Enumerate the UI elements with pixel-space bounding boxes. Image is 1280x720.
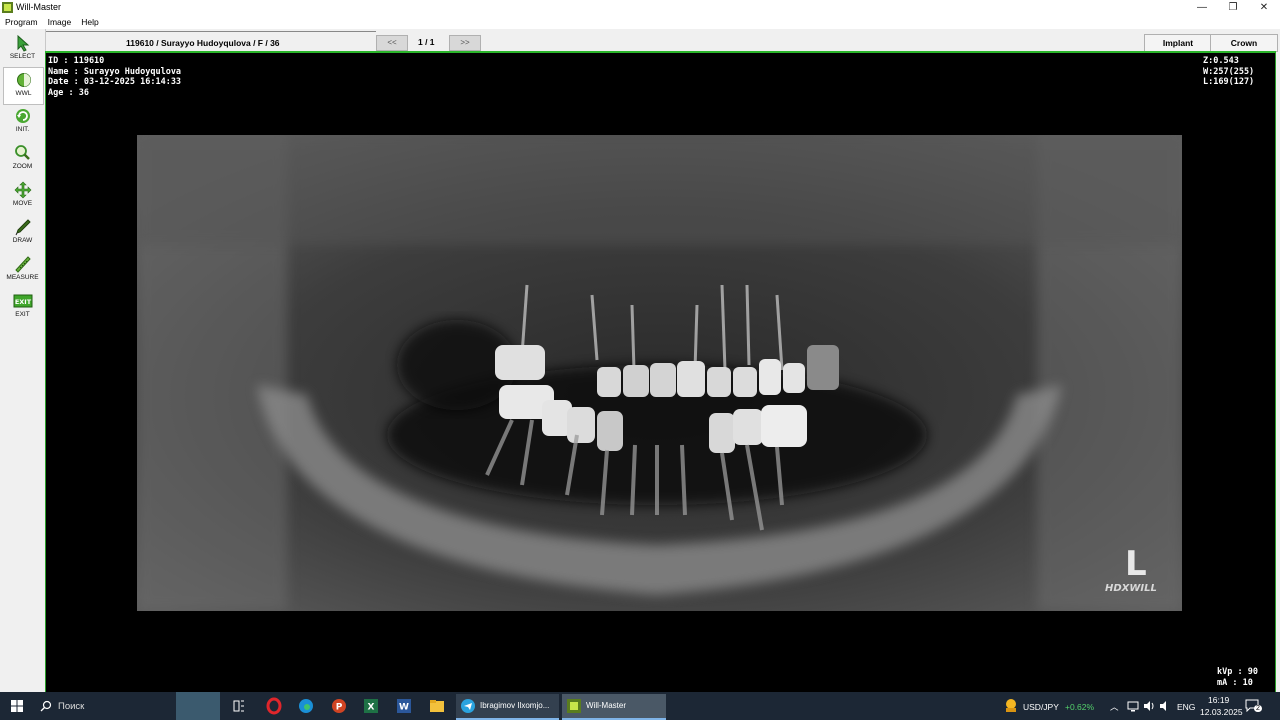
display-params-overlay: Z:0.543 W:257(255) L:169(127) (1203, 56, 1254, 88)
image-header: 119610 / Surayyo Hudoyqulova / F / 36 <<… (46, 31, 1280, 52)
next-page-button[interactable]: >> (449, 35, 481, 51)
tool-move[interactable]: MOVE (2, 178, 43, 214)
svg-text:W: W (399, 703, 409, 713)
close-button[interactable]: ✕ (1248, 0, 1280, 15)
exit-icon: EXIT (13, 294, 32, 308)
clock-time[interactable]: 16:19 (1208, 695, 1229, 705)
patient-overlay: ID : 119610 Name : Surayyo Hudoyqulova Dat… (48, 56, 181, 98)
tool-draw[interactable]: DRAW (2, 215, 43, 251)
window-title: Will-Master (16, 2, 61, 12)
tool-exit[interactable]: EXIT EXIT (2, 289, 43, 325)
menu-bar: Program Image Help (0, 15, 1280, 29)
notification-count: 2 (1254, 705, 1262, 712)
powerpoint-icon[interactable]: P (331, 692, 347, 720)
app-icon (2, 2, 13, 13)
magnifier-icon (14, 145, 30, 160)
move-arrows-icon (14, 181, 31, 199)
edge-icon[interactable] (298, 692, 314, 720)
will-master-icon (567, 699, 581, 713)
exposure-overlay: kVp : 90 mA : 10 (1217, 667, 1258, 688)
tool-select[interactable]: SELECT (2, 31, 43, 67)
overlay-kvp: kVp : 90 (1217, 667, 1258, 677)
taskbar: Поиск P X W Ibragimov Ilxomjo... Will-Ma… (0, 692, 1280, 720)
overlay-age: Age : 36 (48, 87, 89, 98)
tool-exit-label: EXIT (15, 311, 30, 318)
overlay-name: Name : Surayyo Hudoyqulova (48, 66, 182, 77)
patient-tab[interactable]: 119610 / Surayyo Hudoyqulova / F / 36 (46, 31, 376, 50)
network-icon[interactable] (1126, 699, 1140, 713)
overlay-id: ID : 119610 (48, 56, 105, 66)
overlay-window-width: W:257(255) (1203, 66, 1255, 77)
tab-crown[interactable]: Crown (1210, 34, 1278, 52)
minimize-button[interactable]: — (1186, 0, 1218, 15)
tool-measure-label: MEASURE (6, 274, 39, 281)
overlay-window-level: L:169(127) (1203, 77, 1255, 87)
menu-image[interactable]: Image (43, 15, 77, 27)
side-marker-L: L (1125, 544, 1147, 584)
excel-icon[interactable]: X (363, 692, 379, 720)
tool-rail: SELECT WWL INIT. ZOOM MOVE DRAW MEASURE … (0, 29, 46, 692)
city-widget-icon[interactable] (176, 692, 220, 720)
tab-implant[interactable]: Implant (1144, 34, 1212, 52)
windows-start-icon[interactable] (8, 692, 26, 720)
brand-watermark: HDXWILL (1105, 583, 1157, 594)
tool-wwl-label: WWL (15, 90, 32, 97)
ruler-icon (14, 256, 31, 273)
tool-init[interactable]: INIT. (2, 104, 43, 140)
tool-wwl[interactable]: WWL (3, 67, 44, 105)
currency-widget-icon[interactable] (1002, 692, 1020, 720)
will-master-window-title: Will-Master (586, 701, 626, 710)
overlay-zoom: Z:0.543 (1203, 56, 1239, 66)
panoramic-xray-image[interactable]: L HDXWILL (137, 135, 1182, 611)
tool-select-label: SELECT (9, 53, 36, 60)
arrow-select-icon (17, 34, 29, 52)
window-level-icon (16, 73, 31, 87)
patient-summary: 119610 / Surayyo Hudoyqulova / F / 36 (126, 38, 280, 48)
speaker-icon[interactable] (1142, 699, 1156, 713)
clock-date[interactable]: 12.03.2025 (1200, 707, 1243, 717)
notification-center-icon[interactable]: 2 (1245, 698, 1263, 714)
ticker-change: +0.62% (1065, 702, 1095, 712)
pen-icon (15, 219, 31, 236)
overlay-ma: mA : 10 (1217, 677, 1253, 688)
taskbar-app-will-master[interactable]: Will-Master (562, 694, 666, 720)
opera-icon[interactable] (266, 692, 282, 720)
language-indicator[interactable]: ENG (1177, 702, 1195, 712)
tool-init-label: INIT. (15, 126, 30, 133)
tool-measure[interactable]: MEASURE (2, 252, 43, 288)
word-icon[interactable]: W (396, 692, 412, 720)
menu-help[interactable]: Help (76, 15, 103, 27)
prev-page-button[interactable]: << (376, 35, 408, 51)
svg-text:X: X (368, 703, 375, 713)
title-bar: Will-Master — ❐ ✕ (0, 0, 1280, 15)
svg-text:P: P (336, 703, 343, 713)
maximize-button[interactable]: ❐ (1217, 0, 1249, 15)
task-view-icon[interactable] (232, 692, 246, 720)
tool-zoom[interactable]: ZOOM (2, 141, 43, 177)
overlay-date: Date : 03-12-2025 16:14:33 (48, 77, 182, 87)
telegram-icon (461, 699, 475, 713)
tray-overflow-chevron-icon[interactable]: ︿ (1110, 701, 1119, 713)
search-placeholder: Поиск (58, 701, 85, 712)
telegram-window-title: Ibragimov Ilxomjo... (480, 701, 550, 710)
taskbar-app-telegram[interactable]: Ibragimov Ilxomjo... (456, 694, 559, 720)
file-explorer-icon[interactable] (429, 692, 445, 720)
tool-zoom-label: ZOOM (12, 163, 33, 170)
exit-badge-text: EXIT (14, 298, 31, 306)
tool-draw-label: DRAW (12, 237, 33, 244)
page-indicator: 1 / 1 (418, 37, 435, 47)
menu-program[interactable]: Program (0, 15, 43, 27)
image-viewport[interactable]: ID : 119610 Name : Surayyo Hudoyqulova Dat… (45, 51, 1276, 694)
tool-move-label: MOVE (12, 200, 33, 207)
volume-wave-icon[interactable] (1158, 699, 1172, 713)
reset-icon (15, 109, 30, 123)
ticker-symbol[interactable]: USD/JPY (1023, 702, 1059, 712)
search-icon (40, 700, 52, 712)
